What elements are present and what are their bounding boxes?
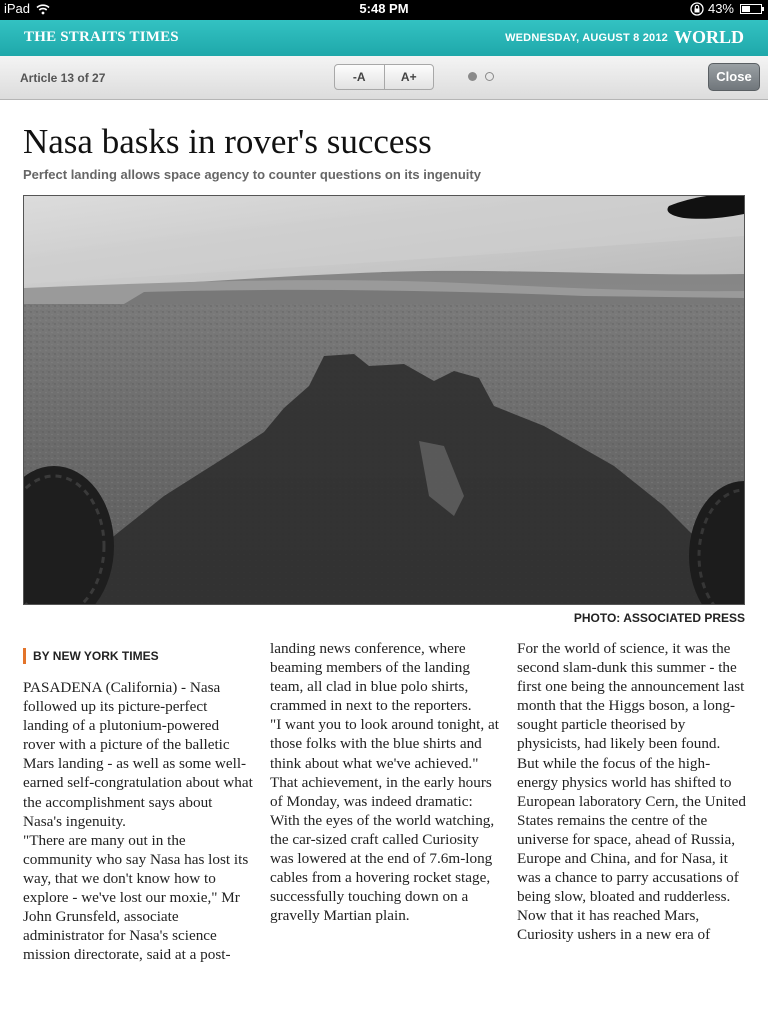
font-smaller-button[interactable]: -A [335, 65, 384, 89]
status-right: 43% [690, 1, 764, 16]
battery-fill [742, 5, 750, 12]
article-headline: Nasa basks in rover's success [23, 122, 432, 161]
article-text-column-2: landing news conference, where beaming m… [270, 640, 499, 925]
byline: BY NEW YORK TIMES [23, 648, 253, 664]
article-photo[interactable] [23, 195, 745, 605]
photo-credit: PHOTO: ASSOCIATED PRESS [573, 611, 745, 625]
status-time: 5:48 PM [359, 1, 409, 16]
article-toolbar: Article 13 of 27 -A A+ Close [0, 56, 768, 100]
page-indicator[interactable] [468, 72, 494, 81]
article-subhead: Perfect landing allows space agency to c… [23, 167, 481, 182]
font-larger-button[interactable]: A+ [383, 65, 434, 89]
page-dot[interactable] [485, 72, 494, 81]
article-column-1: BY NEW YORK TIMES PASADENA (California) … [23, 648, 253, 964]
mars-landscape-image [24, 196, 744, 604]
battery-icon [740, 3, 764, 14]
font-size-control: -A A+ [334, 64, 434, 90]
close-button[interactable]: Close [708, 63, 760, 91]
section-name: WORLD [673, 27, 744, 47]
article-column-2: landing news conference, where beaming m… [270, 639, 500, 925]
masthead: THE STRAITS TIMES [24, 29, 179, 45]
newspaper-header: THE STRAITS TIMES WEDNESDAY, AUGUST 8 20… [0, 20, 768, 56]
article-text-column-3: For the world of science, it was the sec… [517, 640, 746, 944]
status-bar: iPad 5:48 PM 43% [0, 0, 768, 20]
battery-percent: 43% [707, 1, 734, 16]
rotation-lock-icon [690, 1, 704, 16]
page-dot[interactable] [468, 72, 477, 81]
article-column-3: For the world of science, it was the sec… [517, 639, 747, 945]
article-counter: Article 13 of 27 [20, 71, 106, 85]
issue-date: WEDNESDAY, AUGUST 8 2012 [505, 32, 668, 44]
article-text-column-1: PASADENA (California) - Nasa followed up… [23, 679, 253, 964]
